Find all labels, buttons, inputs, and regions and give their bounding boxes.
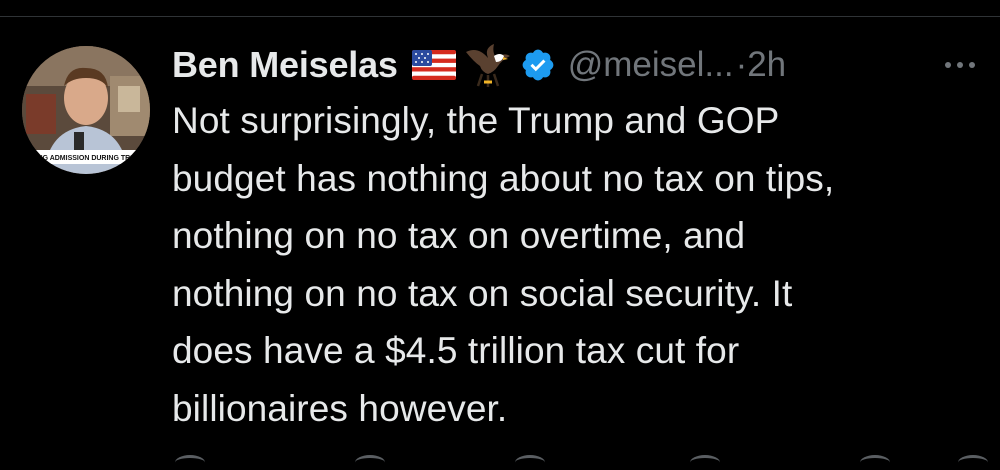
separator-dot: · [735,45,748,84]
tweet-text: Not surprisingly, the Trump and GOP budg… [172,100,835,429]
top-divider [0,16,1000,17]
timestamp[interactable]: 2h [747,45,786,85]
tweet-header: Ben Meiselas @meisel... · 2h [172,40,786,90]
avatar[interactable]: NING ADMISSION DURING TRIAL [22,46,150,174]
more-options-button[interactable] [930,50,990,80]
avatar-caption: NING ADMISSION DURING TRIAL [31,155,143,162]
us-flag-icon [411,50,456,80]
eagle-icon [464,42,512,88]
user-handle[interactable]: @meisel... [568,45,734,85]
verified-badge-icon[interactable] [520,47,556,83]
more-options-icon [945,62,975,68]
display-name[interactable]: Ben Meiselas [172,44,398,86]
avatar-photo: NING ADMISSION DURING TRIAL [22,46,150,174]
